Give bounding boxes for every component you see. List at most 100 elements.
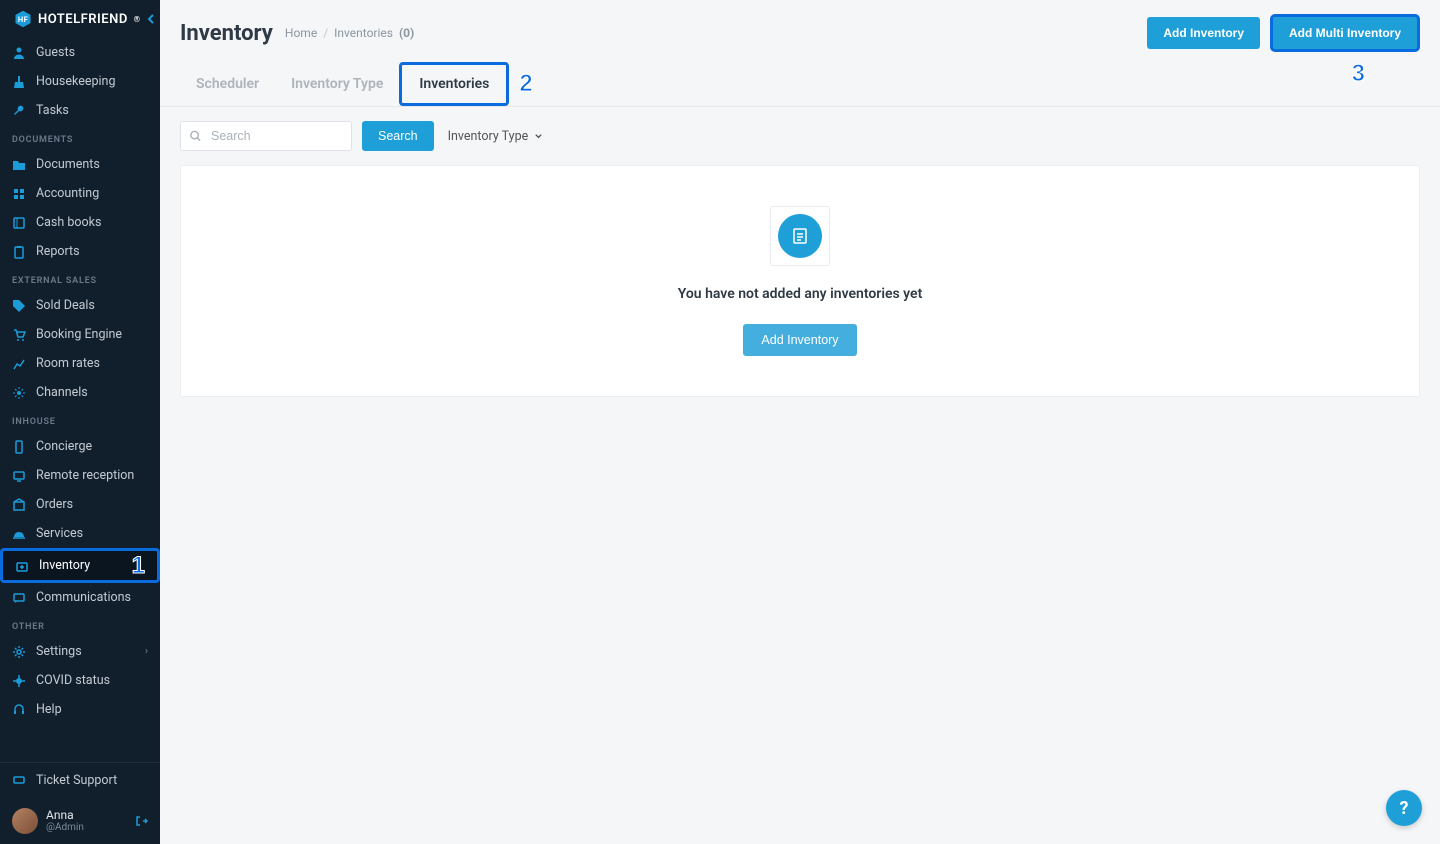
sidebar-item-bookingengine[interactable]: Booking Engine [0,320,160,349]
tag-icon [12,299,26,313]
sidebar-item-label: Room rates [36,356,100,371]
logout-icon[interactable] [134,814,148,828]
sidebar-item-remotereception[interactable]: Remote reception [0,461,160,490]
main: Inventory Home / Inventories (0) Add Inv… [160,0,1440,844]
user-role: @Admin [46,822,84,834]
svg-text:HF: HF [18,15,28,24]
chat-icon [12,591,26,605]
sidebar-item-orders[interactable]: Orders [0,490,160,519]
tablet-icon [12,440,26,454]
ticket-icon [12,773,26,787]
sidebar-item-services[interactable]: Services [0,519,160,548]
help-fab-button[interactable]: ? [1386,790,1422,826]
chevron-down-icon [534,132,543,141]
sidebar-item-cashbooks[interactable]: Cash books [0,208,160,237]
avatar [12,808,38,834]
sidebar-item-channels[interactable]: Channels [0,378,160,407]
empty-state-panel: You have not added any inventories yet A… [180,165,1420,397]
sidebar-item-reports[interactable]: Reports [0,237,160,266]
user-icon [12,46,26,60]
clipboard-icon [12,245,26,259]
crumb-home[interactable]: Home [285,26,317,40]
sidebar-item-accounting[interactable]: Accounting [0,179,160,208]
sidebar-item-label: COVID status [36,673,110,688]
sidebar-item-label: Documents [36,157,100,172]
sidebar-item-covidstatus[interactable]: COVID status [0,666,160,695]
sidebar-item-tasks[interactable]: Tasks [0,96,160,125]
broom-icon [12,75,26,89]
search-input[interactable] [180,121,352,151]
sidebar-item-label: Inventory [39,558,90,573]
user-name: Anna [46,808,84,822]
sidebar-section-documents: DOCUMENTS [0,125,160,150]
sidebar-item-label: Accounting [36,186,99,201]
sidebar-item-label: Channels [36,385,88,400]
sidebar-item-label: Orders [36,497,73,512]
wrench-icon [12,104,26,118]
document-icon [778,214,822,258]
tab-inventories[interactable]: Inventories [399,62,509,106]
sidebar-item-label: Housekeeping [36,74,115,89]
medkit-icon [15,559,29,573]
filter-row: Search Inventory Type [160,107,1440,165]
sidebar-ticket-support[interactable]: Ticket Support [0,763,160,798]
page-header: Inventory Home / Inventories (0) Add Inv… [160,0,1440,62]
callout-number-2: 2 [519,70,532,98]
sidebar-user[interactable]: Anna @Admin [0,798,160,844]
sidebar: HF HOTELFRIEND ® Guests Housekeeping Task… [0,0,160,844]
sidebar-item-label: Guests [36,45,75,60]
bell-icon [12,527,26,541]
sidebar-section-external: EXTERNAL SALES [0,266,160,291]
sidebar-item-label: Services [36,526,83,541]
sidebar-item-inventory[interactable]: Inventory 1 [0,548,160,583]
callout-number-1: 1 [132,552,145,580]
sidebar-item-concierge[interactable]: Concierge [0,432,160,461]
page-title: Inventory [180,21,273,46]
crumb-sep: / [323,26,328,40]
empty-state-icon-tile [770,206,830,266]
sparkle-icon [12,386,26,400]
sidebar-item-label: Remote reception [36,468,134,483]
add-multi-inventory-button[interactable]: Add Multi Inventory [1270,14,1420,52]
empty-add-inventory-button[interactable]: Add Inventory [743,324,856,356]
sidebar-item-label: Help [36,702,62,717]
book-icon [12,216,26,230]
sidebar-item-solddeals[interactable]: Sold Deals [0,291,160,320]
brand-hex-icon: HF [14,10,32,28]
tabs: Scheduler Inventory Type Inventories 2 [160,62,1440,107]
search-button[interactable]: Search [362,121,434,151]
sidebar-item-roomrates[interactable]: Room rates [0,349,160,378]
sidebar-item-settings[interactable]: Settings › [0,637,160,666]
crumb-current[interactable]: Inventories [334,26,393,40]
search-icon [189,130,202,143]
headset-icon [12,703,26,717]
inventory-type-dropdown[interactable]: Inventory Type [444,123,548,150]
chevron-right-icon: › [145,646,148,657]
empty-state-message: You have not added any inventories yet [678,286,923,302]
sidebar-item-label: Sold Deals [36,298,95,313]
screen-icon [12,469,26,483]
user-meta: Anna @Admin [46,808,84,834]
sidebar-item-label: Communications [36,590,131,605]
sidebar-collapse-icon[interactable] [147,14,157,24]
sidebar-item-communications[interactable]: Communications [0,583,160,612]
add-inventory-button[interactable]: Add Inventory [1147,17,1260,49]
ticket-support-label: Ticket Support [36,773,117,788]
tab-inventory-type[interactable]: Inventory Type [275,62,399,106]
brand-logo[interactable]: HF HOTELFRIEND ® [0,0,160,38]
sidebar-item-label: Tasks [36,103,69,118]
sidebar-item-housekeeping[interactable]: Housekeeping [0,67,160,96]
sidebar-item-documents[interactable]: Documents [0,150,160,179]
virus-icon [12,674,26,688]
sidebar-section-inhouse: INHOUSE [0,407,160,432]
sidebar-section-other: OTHER [0,612,160,637]
sidebar-item-help[interactable]: Help [0,695,160,724]
breadcrumb: Home / Inventories (0) [285,26,414,40]
dropdown-label: Inventory Type [448,129,529,144]
sidebar-item-label: Reports [36,244,80,259]
brand-name: HOTELFRIEND [38,12,128,27]
sidebar-item-label: Settings [36,644,82,659]
tab-scheduler[interactable]: Scheduler [180,62,275,106]
sidebar-item-guests[interactable]: Guests [0,38,160,67]
brand-suffix: ® [134,15,141,24]
